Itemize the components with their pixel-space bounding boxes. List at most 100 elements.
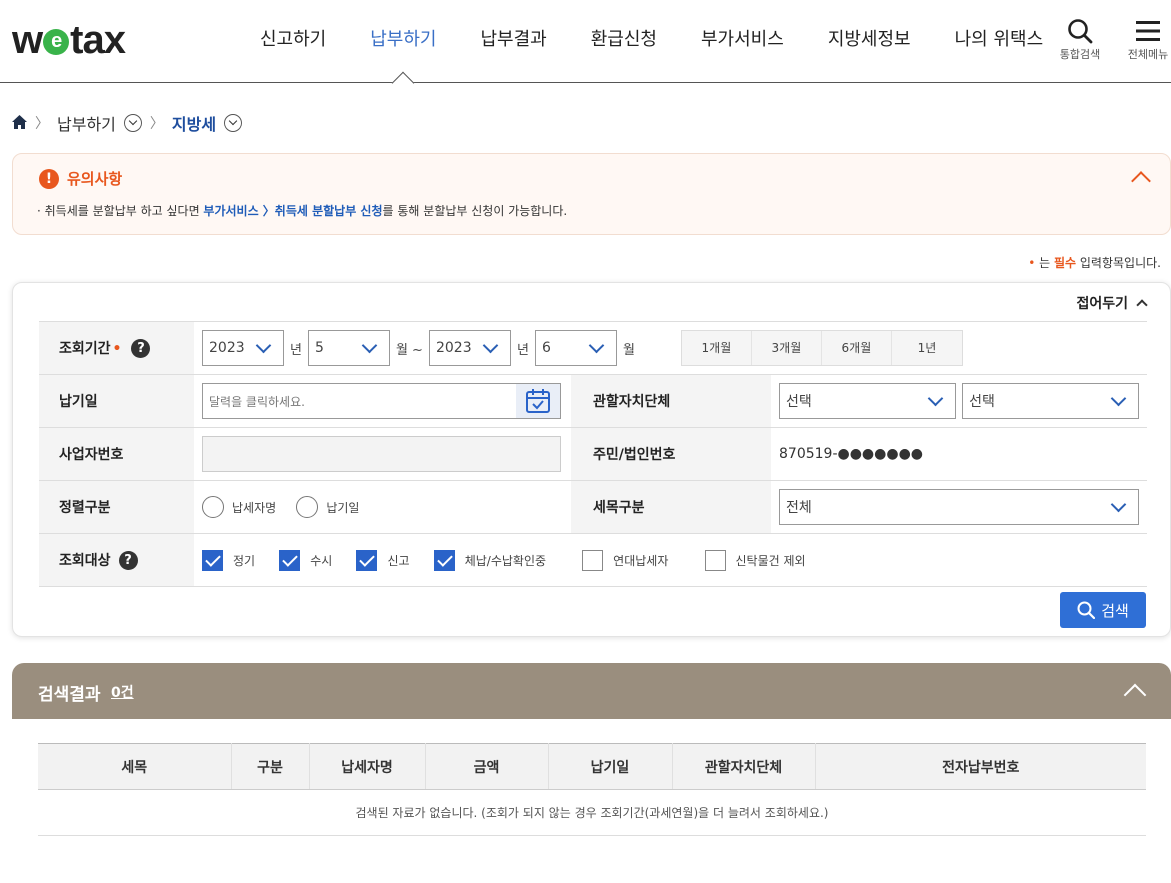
collapse-results-chevron-up-icon[interactable] [1123, 683, 1147, 707]
calendar-icon[interactable] [516, 384, 560, 418]
checkbox-checked-icon [433, 549, 455, 571]
warning-icon: ! [39, 168, 59, 189]
column-header-e-payment-no: 전자납부번호 [815, 743, 1146, 790]
end-year-select[interactable]: 2023 [428, 330, 511, 366]
results-count: 0건 [111, 685, 134, 701]
target-option-joint-taxpayer: 연대납세자 [613, 553, 669, 568]
results-header-row: 세목 구분 납세자명 금액 납기일 관할자치단체 전자납부번호 [38, 743, 1146, 790]
quick-period-1year[interactable]: 1년 [892, 331, 962, 365]
column-header-authority: 관할자치단체 [672, 743, 816, 790]
target-option-report: 신고 [387, 553, 410, 568]
sort-option-due-date: 납기일 [326, 500, 360, 515]
sort-radio-due-date[interactable]: 납기일 [296, 496, 359, 518]
authority-value-cell: 선택 선택 [771, 374, 1147, 428]
breadcrumb: 〉 납부하기 〉 지방세 [12, 111, 243, 135]
nav-item-report[interactable]: 신고하기 [238, 0, 348, 82]
target-value-cell: 정기 수시 신고 체납/수납확인중 연대납세자 신탁물건 제외 [194, 533, 1147, 587]
results-table: 세목 구분 납세자명 금액 납기일 관할자치단체 전자납부번호 검색된 자료가 … [38, 743, 1146, 836]
nav-item-my-wetax[interactable]: 나의 위택스 [933, 0, 1066, 82]
required-note-bold: 필수 [1053, 256, 1077, 270]
period-label-cell: 조회기간 •? [39, 321, 194, 375]
checkbox-checked-icon [279, 549, 301, 571]
tax-item-select[interactable]: 전체 [779, 489, 1139, 525]
start-year-select[interactable]: 2023 [202, 330, 284, 366]
search-panel: 접어두기 조회기간 •? 2023 년 5 월 ~2023 년 6 월 1개월 3개월 6개월… [12, 282, 1171, 637]
sort-value-cell: 납세자명 납기일 [194, 480, 571, 534]
due-date-value-cell: 달력을 클릭하세요. [194, 374, 571, 428]
chevron-down-icon [255, 337, 272, 353]
sort-option-taxpayer: 납세자명 [232, 500, 277, 515]
target-checkbox-occasional[interactable]: 수시 [279, 549, 333, 571]
end-month-value: 6 [541, 340, 551, 356]
target-checkbox-report[interactable]: 신고 [356, 549, 410, 571]
nav-item-extra-services[interactable]: 부가서비스 [679, 0, 806, 82]
help-icon[interactable]: ? [118, 551, 138, 571]
search-button[interactable]: 검색 [1060, 592, 1146, 628]
collapse-notice-chevron-up-icon[interactable] [1131, 171, 1151, 191]
form-row-sort: 정렬구분 납세자명 납기일 세목구분 전체 [39, 480, 1147, 534]
checkbox-empty-icon [582, 549, 604, 571]
due-date-input[interactable]: 달력을 클릭하세요. [202, 383, 561, 419]
form-row-period: 조회기간 •? 2023 년 5 월 ~2023 년 6 월 1개월 3개월 6개월 1년 [39, 321, 1147, 375]
chevron-down-icon[interactable] [224, 114, 243, 132]
nav-item-payment-result[interactable]: 납부결과 [459, 0, 569, 82]
required-dot: • [112, 340, 122, 357]
wetax-logo[interactable]: w e tax [12, 18, 126, 63]
authority-province-select[interactable]: 선택 [779, 383, 956, 419]
quick-period-1month[interactable]: 1개월 [682, 331, 752, 365]
chevron-down-icon [482, 337, 499, 353]
nav-item-payment-label: 납부하기 [370, 29, 437, 50]
results-section: 검색결과 0건 세목 구분 납세자명 금액 납기일 관할자치단체 전자납부번호 … [12, 663, 1171, 883]
target-checkbox-exclude-trust[interactable]: 신탁물건 제외 [704, 549, 806, 571]
radio-circle [296, 496, 319, 518]
resident-no-value: 870519-●●●●●●● [771, 427, 1147, 481]
authority-province-value: 선택 [786, 394, 812, 410]
target-checkbox-arrears[interactable]: 체납/수납확인중 [433, 549, 547, 571]
breadcrumb-level2[interactable]: 지방세 [172, 111, 216, 135]
end-month-select[interactable]: 6 [534, 330, 617, 366]
column-header-tax-item: 세목 [38, 743, 232, 790]
logo-text-left: w [12, 18, 43, 62]
help-icon[interactable]: ? [131, 339, 151, 359]
results-empty-message: 검색된 자료가 없습니다. (조회가 되지 않는 경우 조회기간(과세연월)을 … [38, 789, 1146, 836]
resident-no-label: 주민/법인번호 [571, 427, 771, 481]
month-range-unit: 월 ~ [395, 342, 423, 358]
quick-period-3months[interactable]: 3개월 [752, 331, 822, 365]
search-form-table: 조회기간 •? 2023 년 5 월 ~2023 년 6 월 1개월 3개월 6개월 1년 납… [39, 321, 1147, 587]
nav-item-refund[interactable]: 환급신청 [569, 0, 679, 82]
target-label-cell: 조회대상? [39, 533, 194, 587]
required-field-note: • 는 필수 입력항목입니다. [1028, 254, 1161, 271]
target-checkbox-regular[interactable]: 정기 [202, 549, 255, 571]
start-month-select[interactable]: 5 [307, 330, 390, 366]
fold-button[interactable]: 접어두기 [1076, 293, 1148, 313]
form-row-target: 조회대상? 정기 수시 신고 체납/수납확인중 연대납세자 신탁물건 제외 [39, 533, 1147, 587]
notice-text-before: 취득세를 분할납부 하고 싶다면 [40, 204, 204, 218]
integrated-search-button[interactable]: 통합검색 [1050, 16, 1110, 62]
notice-text-after: 를 통해 분할납부 신청이 가능합니다. [382, 204, 568, 218]
breadcrumb-level1[interactable]: 납부하기 [57, 111, 116, 135]
notice-box: ! 유의사항 · 취득세를 분할납부 하고 싶다면 부가서비스 〉취득세 분할납… [12, 153, 1171, 235]
results-empty-row: 검색된 자료가 없습니다. (조회가 되지 않는 경우 조회기간(과세연월)을 … [38, 789, 1146, 836]
target-option-arrears: 체납/수납확인중 [464, 553, 547, 568]
nav-item-payment[interactable]: 납부하기 [348, 0, 458, 95]
fold-label: 접어두기 [1076, 296, 1128, 312]
notice-link[interactable]: 부가서비스 〉취득세 분할납부 신청 [203, 204, 382, 218]
nav-item-local-tax-info[interactable]: 지방세정보 [806, 0, 933, 82]
year-unit: 년 [516, 342, 529, 358]
full-menu-button[interactable]: 전체메뉴 [1118, 16, 1171, 62]
business-no-input [202, 436, 561, 472]
column-header-type: 구분 [231, 743, 310, 790]
integrated-search-label: 통합검색 [1059, 48, 1101, 61]
target-option-occasional: 수시 [310, 553, 333, 568]
quick-period-6months[interactable]: 6개월 [822, 331, 892, 365]
home-icon[interactable] [12, 114, 27, 133]
sort-radio-taxpayer[interactable]: 납세자명 [202, 496, 276, 518]
checkbox-checked-icon [202, 549, 223, 571]
target-checkbox-joint-taxpayer[interactable]: 연대납세자 [582, 549, 669, 571]
breadcrumb-separator-icon: 〉 [35, 116, 49, 132]
chevron-down-icon[interactable] [123, 114, 142, 132]
authority-city-select[interactable]: 선택 [962, 383, 1140, 419]
column-header-taxpayer: 납세자명 [309, 743, 426, 790]
tax-item-value-cell: 전체 [771, 480, 1147, 534]
site-header: w e tax 신고하기 납부하기 납부결과 환급신청 부가서비스 지방세정보 나의… [0, 0, 1171, 95]
